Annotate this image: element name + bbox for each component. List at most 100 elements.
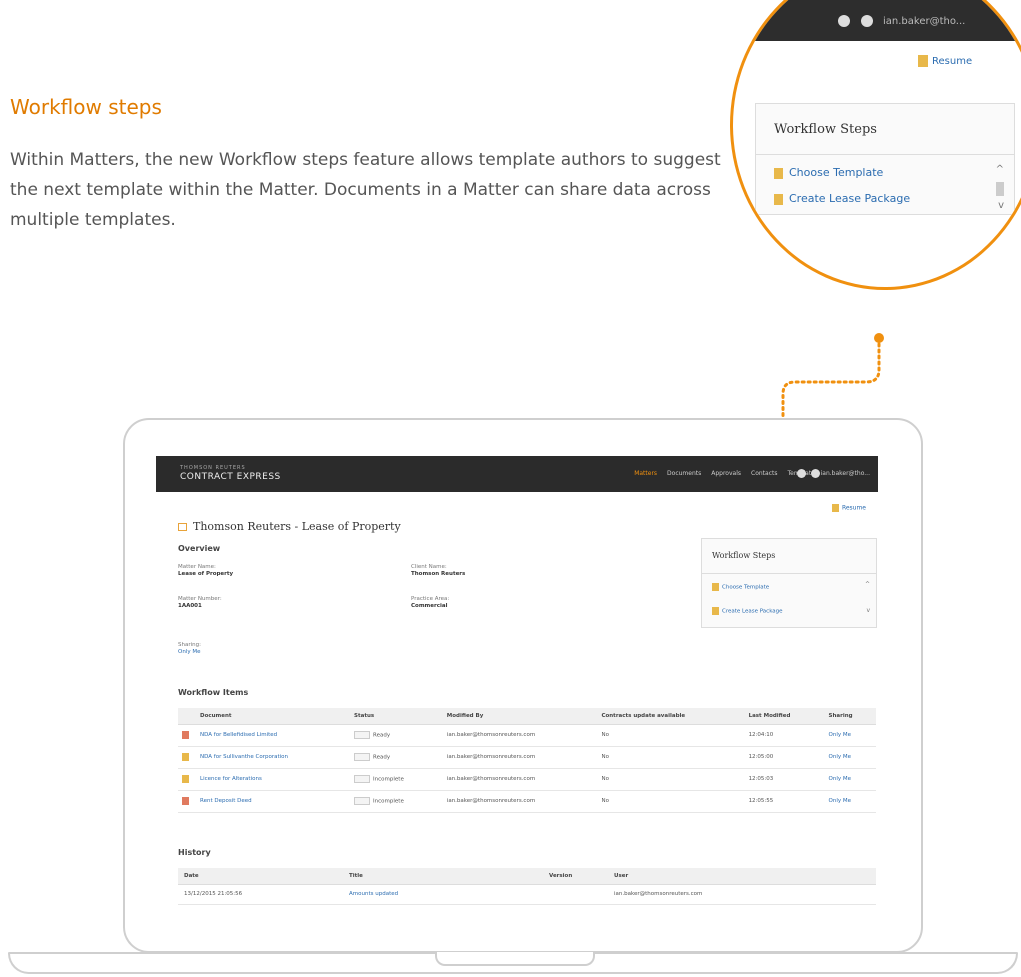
modified-by: ian.baker@thomsonreuters.com — [442, 790, 598, 813]
document-link[interactable]: Rent Deposit Deed — [200, 798, 252, 804]
sharing-link[interactable]: Only Me — [829, 732, 851, 738]
user-menu[interactable]: ian.baker@tho... — [821, 470, 870, 477]
column-header[interactable]: Document — [196, 708, 351, 725]
column-header[interactable]: Contracts update available — [597, 708, 745, 725]
history-version — [543, 884, 608, 905]
workflow-steps-panel: Workflow Steps Choose Template Create Le… — [701, 538, 877, 628]
step-label: Create Lease Package — [722, 608, 783, 615]
step-create-lease-package[interactable]: Create Lease Package — [712, 607, 783, 615]
scroll-down-icon[interactable]: v — [866, 607, 870, 614]
zoom-step-create-lease-package[interactable]: Create Lease Package — [774, 192, 910, 205]
laptop-base — [8, 952, 1018, 974]
app-screen: THOMSON REUTERS CONTRACT EXPRESS Matters… — [156, 456, 878, 926]
field-label: Sharing: — [178, 642, 201, 648]
update-available: No — [597, 724, 745, 747]
document-icon — [182, 731, 189, 739]
app-header: THOMSON REUTERS CONTRACT EXPRESS Matters… — [156, 456, 878, 492]
column-header[interactable]: Last Modified — [744, 708, 825, 725]
zoom-panel-title: Workflow Steps — [774, 122, 877, 137]
notification-icon[interactable] — [838, 15, 850, 27]
status-text: Ready — [373, 732, 391, 739]
document-icon — [182, 775, 189, 783]
brand-parent: THOMSON REUTERS — [180, 465, 246, 471]
sharing-link[interactable]: Only Me — [829, 798, 851, 804]
scrollbar-thumb[interactable] — [996, 182, 1004, 196]
document-icon — [712, 607, 719, 615]
document-icon — [918, 55, 928, 67]
scroll-down-icon[interactable]: v — [998, 200, 1004, 211]
nav-matters[interactable]: Matters — [634, 470, 657, 477]
document-link[interactable]: NDA for Bellefidised Limited — [200, 732, 277, 738]
divider — [756, 154, 1014, 155]
workflow-steps-title: Workflow Steps — [712, 551, 776, 560]
history-date: 13/12/2015 21:05:56 — [178, 884, 343, 905]
sharing-link[interactable]: Only Me — [829, 754, 851, 760]
laptop-notch — [435, 952, 595, 966]
zoom-resume-link[interactable]: Resume — [918, 55, 972, 67]
column-header[interactable]: Modified By — [442, 708, 598, 725]
status-text: Incomplete — [373, 776, 404, 783]
column-header[interactable]: Version — [543, 868, 608, 885]
resume-label: Resume — [841, 504, 866, 512]
table-row[interactable]: Licence for Alterations Incomplete ian.b… — [178, 768, 876, 791]
brand-logo[interactable]: CONTRACT EXPRESS — [180, 472, 281, 482]
notification-icon[interactable] — [797, 469, 806, 478]
help-icon[interactable] — [811, 469, 820, 478]
history-title-link[interactable]: Amounts updated — [349, 891, 398, 897]
table-row[interactable]: 13/12/2015 21:05:56 Amounts updated ian.… — [178, 884, 876, 905]
sharing-link[interactable]: Only Me — [178, 649, 201, 655]
matter-name-field: Matter Name: Lease of Property — [178, 564, 233, 577]
status-text: Incomplete — [373, 798, 404, 805]
resume-link[interactable]: Resume — [831, 504, 866, 512]
zoom-user-menu[interactable]: ian.baker@tho... — [883, 16, 965, 27]
last-modified: 12:05:03 — [744, 768, 825, 791]
field-label: Client Name: — [411, 564, 447, 570]
sharing-link[interactable]: Only Me — [829, 776, 851, 782]
status-icon — [354, 797, 371, 805]
field-label: Practice Area: — [411, 596, 450, 602]
field-value: Thomson Reuters — [411, 571, 466, 577]
column-header[interactable]: Title — [343, 868, 543, 885]
scroll-up-icon[interactable]: ^ — [996, 164, 1004, 175]
status-text: Ready — [373, 754, 391, 761]
update-available: No — [597, 768, 745, 791]
document-link[interactable]: Licence for Alterations — [200, 776, 262, 782]
document-icon — [182, 797, 189, 805]
history-user: ian.baker@thomsonreuters.com — [608, 884, 876, 905]
folder-icon — [178, 523, 187, 531]
table-row[interactable]: NDA for Sullivanthe Corporation Ready ia… — [178, 746, 876, 769]
table-header-row: Document Status Modified By Contracts up… — [178, 708, 876, 725]
zoom-workflow-steps-panel: Workflow Steps Choose Template Create Le… — [755, 103, 1015, 215]
nav-approvals[interactable]: Approvals — [711, 470, 741, 477]
nav-contacts[interactable]: Contacts — [751, 470, 777, 477]
help-icon[interactable] — [861, 15, 873, 27]
workflow-items-table: Document Status Modified By Contracts up… — [178, 708, 876, 813]
column-header[interactable]: User — [608, 868, 876, 885]
column-header[interactable]: Sharing — [824, 708, 876, 725]
matter-number-field: Matter Number: 1AA001 — [178, 596, 222, 609]
step-choose-template[interactable]: Choose Template — [712, 583, 769, 591]
document-link[interactable]: NDA for Sullivanthe Corporation — [200, 754, 288, 760]
scroll-up-icon[interactable]: ^ — [865, 581, 870, 588]
nav-documents[interactable]: Documents — [667, 470, 701, 477]
document-icon — [774, 167, 783, 179]
section-title: Workflow steps — [10, 95, 162, 119]
column-header[interactable]: Date — [178, 868, 343, 885]
table-row[interactable]: Rent Deposit Deed Incomplete ian.baker@t… — [178, 790, 876, 813]
step-label: Choose Template — [789, 166, 884, 179]
last-modified: 12:04:10 — [744, 724, 825, 747]
divider — [702, 573, 876, 574]
last-modified: 12:05:00 — [744, 746, 825, 769]
client-name-field: Client Name: Thomson Reuters — [411, 564, 465, 577]
practice-area-field: Practice Area: Commercial — [411, 596, 449, 609]
table-row[interactable]: NDA for Bellefidised Limited Ready ian.b… — [178, 724, 876, 747]
history-heading: History — [178, 848, 211, 857]
field-value: 1AA001 — [178, 603, 202, 609]
column-header[interactable]: Status — [350, 708, 443, 725]
page-title-text: Thomson Reuters - Lease of Property — [193, 520, 401, 533]
update-available: No — [597, 790, 745, 813]
zoom-step-choose-template[interactable]: Choose Template — [774, 166, 883, 179]
document-icon — [712, 583, 719, 591]
last-modified: 12:05:55 — [744, 790, 825, 813]
modified-by: ian.baker@thomsonreuters.com — [442, 724, 598, 747]
